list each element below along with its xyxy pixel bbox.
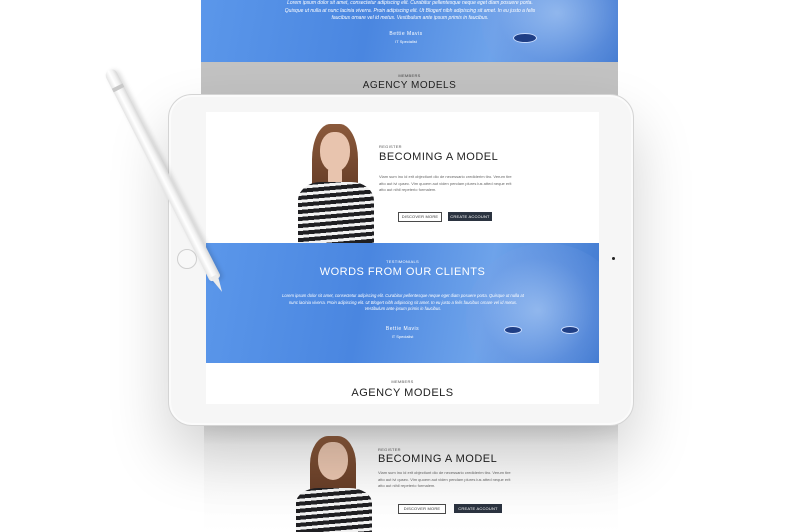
top-eye [513,33,537,43]
bottom-register-title: BECOMING A MODEL [378,453,498,465]
top-agency-title: AGENCY MODELS [362,80,457,91]
testimonials-label: TESTIMONIALS [386,259,419,264]
testimonials-section: TESTIMONIALS WORDS FROM OUR CLIENTS Lore… [206,243,599,363]
pencil-band [111,83,125,93]
register-label: REGISTER [379,144,402,149]
top-testimonial-role: IT Specialist [395,39,417,44]
discover-more-button[interactable]: DISCOVER MORE [398,212,442,222]
testimonials-title: WORDS FROM OUR CLIENTS [319,266,486,278]
bottom-register-strip: REGISTER BECOMING A MODEL Viam sum ino i… [204,424,618,532]
testimonial-eye-right [561,326,579,334]
camera-dot [612,257,615,260]
register-text: Viam sum ino id erit objectiunt dio de n… [379,174,512,192]
testimonial-text: Lorem ipsum dolor sit amet, consectetur … [282,293,524,311]
bottom-discover-button[interactable]: DISCOVER MORE [398,504,446,514]
testimonial-eye [504,326,522,334]
bottom-model-photo [292,432,376,532]
bottom-register-label: REGISTER [378,447,401,452]
top-testimonial-author: Bettie Mavis [389,31,423,37]
top-members-strip: MEMBERS AGENCY MODELS [201,62,618,96]
model-photo [294,122,378,244]
bottom-create-button[interactable]: CREATE ACCOUNT [454,504,502,513]
testimonial-author: Bettie Mavis [385,326,420,332]
create-account-button[interactable]: CREATE ACCOUNT [448,212,492,221]
testimonial-role: IT Specialist [391,334,414,339]
register-title: BECOMING A MODEL [379,151,499,163]
bottom-register-text: Viam sum ino id erit objectiunt dio de n… [378,470,511,488]
tablet-screen: REGISTER BECOMING A MODEL Viam sum ino i… [206,112,599,404]
top-members-label: MEMBERS [398,73,421,78]
top-testimonial-strip: Lorem ipsum dolor sit amet, consectetur … [201,0,618,62]
top-testimonial-text: Lorem ipsum dolor sit amet, consectetur … [284,0,536,21]
agency-models-title: AGENCY MODELS [351,387,454,399]
members-label: MEMBERS [391,379,414,384]
